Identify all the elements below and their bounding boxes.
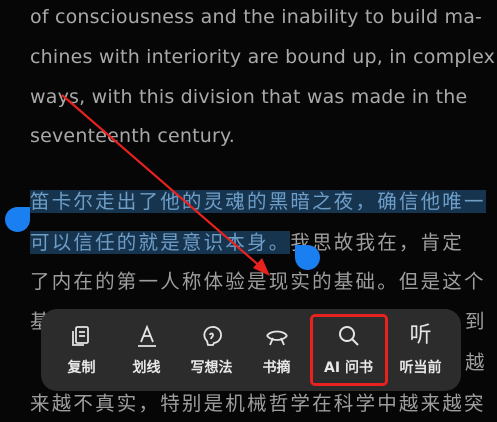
copy-label: 复制 xyxy=(67,359,96,376)
text-line: seventeenth century. xyxy=(30,125,236,147)
text-line: chines with interiority are bound up, in… xyxy=(30,46,496,68)
write-thought-button[interactable]: 写想法 xyxy=(183,317,241,383)
excerpt-icon xyxy=(265,330,288,345)
underline-label: 划线 xyxy=(132,359,161,376)
text-line: 来越不真实，特别是机械哲学在科学中越来越突 xyxy=(30,392,486,415)
text-line: 了内在的第一人称体验是现实的基础。但是这个 xyxy=(30,270,486,293)
search-icon xyxy=(338,325,359,346)
thought-icon xyxy=(202,325,222,346)
copy-icon xyxy=(71,325,89,346)
text-fragment: 到 xyxy=(465,310,487,333)
copy-button[interactable]: 复制 xyxy=(53,317,111,383)
selected-text-line[interactable]: 笛卡尔走出了他的灵魂的黑暗之夜，确信他唯一 xyxy=(30,185,486,214)
selection-end-handle[interactable] xyxy=(295,245,320,270)
selection-toolbar: 复制 划线 写想法 书摘 AI 问书 听 听当前 xyxy=(41,309,461,391)
underline-icon xyxy=(137,324,156,347)
selected-text[interactable]: 可以信任的就是意识本身。 xyxy=(30,231,291,254)
write-thought-label: 写想法 xyxy=(190,359,233,376)
underline-button[interactable]: 划线 xyxy=(118,317,176,383)
selected-text[interactable]: 笛卡尔走出了他的灵魂的黑暗之夜，确信他唯一 xyxy=(30,190,486,213)
text-line: of consciousness and the inability to bu… xyxy=(30,6,483,28)
text-fragment: 越 xyxy=(465,351,487,374)
selection-start-handle[interactable] xyxy=(5,207,30,232)
listen-current-button[interactable]: 听 听当前 xyxy=(392,317,450,383)
excerpt-button[interactable]: 书摘 xyxy=(248,317,306,383)
ai-ask-book-button[interactable]: AI 问书 xyxy=(309,314,388,386)
ai-ask-book-label: AI 问书 xyxy=(324,359,373,376)
listen-icon: 听 xyxy=(409,322,432,348)
listen-current-label: 听当前 xyxy=(399,359,442,376)
excerpt-label: 书摘 xyxy=(262,359,291,376)
text-line: ways, with this division that was made i… xyxy=(30,86,468,108)
selected-text-line[interactable]: 可以信任的就是意识本身。我思故我在，肯定 xyxy=(30,226,464,255)
